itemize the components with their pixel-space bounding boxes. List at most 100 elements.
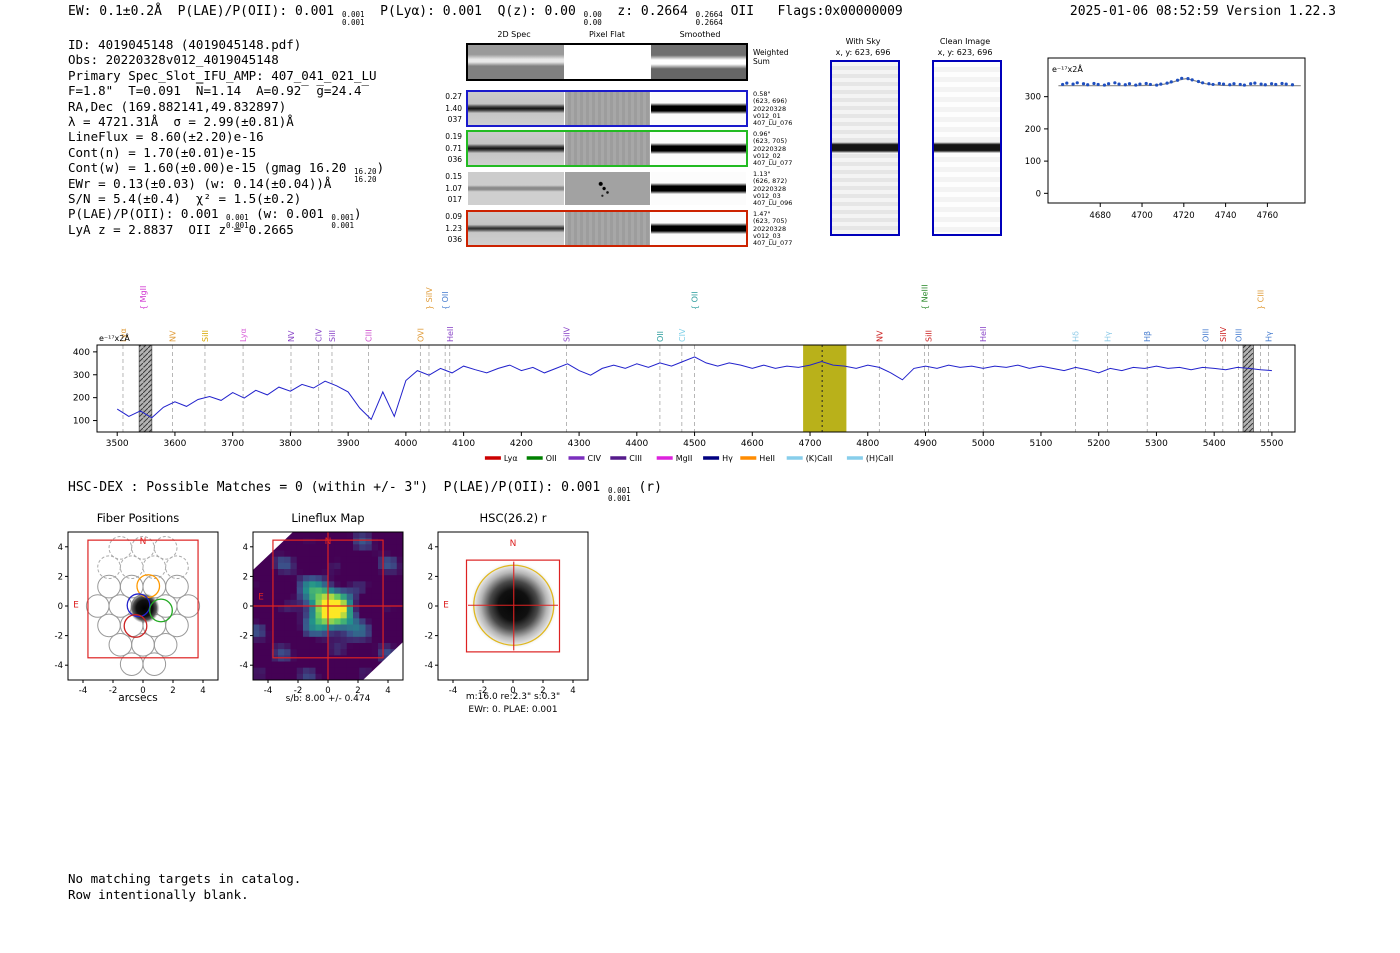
svg-text:Hγ: Hγ — [722, 454, 733, 463]
svg-text:3900: 3900 — [337, 439, 360, 449]
hsc-sublabel-1: m:16.0 re:2.3" s:0.3" — [465, 692, 561, 702]
lineflux-map-title: Lineflux Map — [291, 511, 365, 525]
clean-image — [932, 60, 1002, 236]
svg-text:4400: 4400 — [625, 439, 648, 449]
svg-text:CIII: CIII — [629, 454, 642, 463]
weighted-sum-pixelflat-image — [565, 45, 650, 79]
svg-text:300: 300 — [73, 371, 90, 381]
hetdex-detection-report: EW: 0.1±0.2Å P(LAE)/P(OII): 0.001 0.001 0… — [0, 0, 1400, 953]
svg-text:Hβ: Hβ — [1143, 331, 1152, 342]
svg-text:SiII: SiII — [924, 330, 933, 342]
svg-text:OIII: OIII — [1202, 329, 1211, 342]
svg-text:4: 4 — [243, 543, 248, 553]
svg-text:200: 200 — [1025, 125, 1041, 135]
svg-text:e⁻¹⁷x2Å: e⁻¹⁷x2Å — [1052, 63, 1083, 74]
svg-text:NV: NV — [287, 330, 296, 342]
fiber-positions-title: Fiber Positions — [96, 511, 180, 525]
spec2d-row-strip — [466, 90, 748, 127]
svg-text:-4: -4 — [240, 661, 248, 671]
spec2d-row-stats: 0.27 1.40 037 — [445, 92, 462, 124]
svg-text:Hγ: Hγ — [1103, 331, 1112, 342]
svg-text:0: 0 — [1036, 189, 1041, 199]
spec2d-cell-smoothed — [651, 92, 746, 125]
svg-text:4900: 4900 — [914, 439, 937, 449]
spec2d-header-2dspec: 2D Spec — [497, 30, 531, 39]
svg-text:4700: 4700 — [799, 439, 822, 449]
svg-text:OIII: OIII — [1234, 329, 1243, 342]
clean-image-title: Clean Image x, y: 623, 696 — [937, 37, 993, 57]
spec2d-cell-smoothed — [651, 132, 746, 165]
svg-text:e⁻¹⁷x2Å: e⁻¹⁷x2Å — [99, 332, 130, 343]
weighted-sum-smoothed-image — [651, 45, 746, 79]
spec2d-row-meta: 1.47" (623, 705) 20220328 v012_03 407_LU_077 — [753, 210, 793, 248]
svg-text:2: 2 — [58, 572, 63, 582]
footer-notes: No matching targets in catalog. Row inten… — [68, 871, 302, 902]
svg-text:4100: 4100 — [452, 439, 475, 449]
svg-text:OVI: OVI — [416, 328, 425, 342]
spec2d-row-stats: 0.09 1.23 036 — [445, 212, 462, 244]
spec2d-row-strip — [466, 210, 748, 247]
svg-text:3800: 3800 — [279, 439, 302, 449]
svg-text:{ NeIII: { NeIII — [920, 284, 929, 310]
svg-text:3700: 3700 — [221, 439, 244, 449]
svg-text:5500: 5500 — [1260, 439, 1283, 449]
svg-text:} CIII: } CIII — [1256, 290, 1265, 310]
hsc-sublabel-2: EWr: 0. PLAE: 0.001 — [468, 705, 558, 715]
svg-text:{ MgII: { MgII — [139, 286, 148, 310]
svg-text:300: 300 — [1025, 93, 1041, 103]
svg-text:Lyα: Lyα — [504, 454, 518, 463]
svg-text:4800: 4800 — [856, 439, 879, 449]
svg-text:CIV: CIV — [678, 328, 687, 342]
svg-text:100: 100 — [1025, 157, 1041, 167]
svg-text:5000: 5000 — [972, 439, 995, 449]
svg-text:-2: -2 — [425, 632, 433, 642]
spec2d-cell-pixelflat — [565, 212, 650, 245]
fiber-xlabel: arcsecs — [118, 692, 158, 704]
svg-text:} SiIV: } SiIV — [425, 287, 434, 310]
svg-text:OII: OII — [656, 331, 665, 342]
spec2d-row-meta: 0.96" (623, 705) 20220328 v012_02 407_LU_077 — [753, 130, 793, 168]
svg-text:CIV: CIV — [315, 328, 324, 342]
svg-text:4200: 4200 — [510, 439, 533, 449]
svg-text:N: N — [510, 539, 517, 549]
spec2d-cell-pixelflat — [565, 132, 650, 165]
weighted-sum-strip — [466, 43, 748, 81]
svg-text:200: 200 — [73, 394, 90, 404]
svg-text:-2: -2 — [55, 632, 63, 642]
svg-text:5400: 5400 — [1203, 439, 1226, 449]
svg-text:E: E — [73, 601, 79, 611]
svg-text:4500: 4500 — [683, 439, 706, 449]
svg-text:0: 0 — [58, 602, 63, 612]
lineflux-sublabel: s/b: 8.00 +/- 0.474 — [285, 694, 371, 704]
svg-text:4300: 4300 — [568, 439, 591, 449]
svg-text:-4: -4 — [425, 661, 433, 671]
svg-text:HeII: HeII — [979, 326, 988, 342]
svg-text:Lyα: Lyα — [239, 328, 248, 342]
svg-text:(K)CaII: (K)CaII — [806, 454, 833, 463]
svg-text:HeII: HeII — [759, 454, 775, 463]
withsky-image — [830, 60, 900, 236]
zoomed-spectrum-chart: 0 100 200 300 4680 4700 4720 4740 4760 e⁻¹⁷x2Å — [1025, 57, 1306, 221]
spec2d-row-meta: 1.13" (626, 872) 20220328 v012_03 407_LU_096 — [753, 170, 793, 208]
svg-text:Hδ: Hδ — [1072, 331, 1081, 342]
svg-text:3600: 3600 — [163, 439, 186, 449]
svg-text:4000: 4000 — [394, 439, 417, 449]
svg-text:CIII: CIII — [364, 329, 373, 342]
svg-text:2: 2 — [428, 572, 433, 582]
svg-text:100: 100 — [73, 417, 90, 427]
spec2d-row-meta: 0.58" (623, 696) 20220328 v012_01 407_LU_076 — [753, 90, 793, 128]
svg-text:SiII: SiII — [201, 330, 210, 342]
svg-text:4: 4 — [58, 543, 63, 553]
svg-text:2: 2 — [243, 572, 248, 582]
svg-text:3500: 3500 — [106, 439, 129, 449]
svg-text:{ OII: { OII — [441, 291, 450, 310]
spec2d-cell-2dspec — [468, 132, 564, 165]
svg-text:SiIV: SiIV — [562, 326, 571, 342]
spec2d-cell-2dspec — [468, 92, 564, 125]
svg-text:400: 400 — [73, 348, 90, 358]
svg-text:4600: 4600 — [741, 439, 764, 449]
svg-text:0: 0 — [243, 602, 248, 612]
svg-text:-2: -2 — [240, 632, 248, 642]
svg-text:Hγ: Hγ — [1264, 331, 1273, 342]
svg-text:-4: -4 — [55, 661, 63, 671]
